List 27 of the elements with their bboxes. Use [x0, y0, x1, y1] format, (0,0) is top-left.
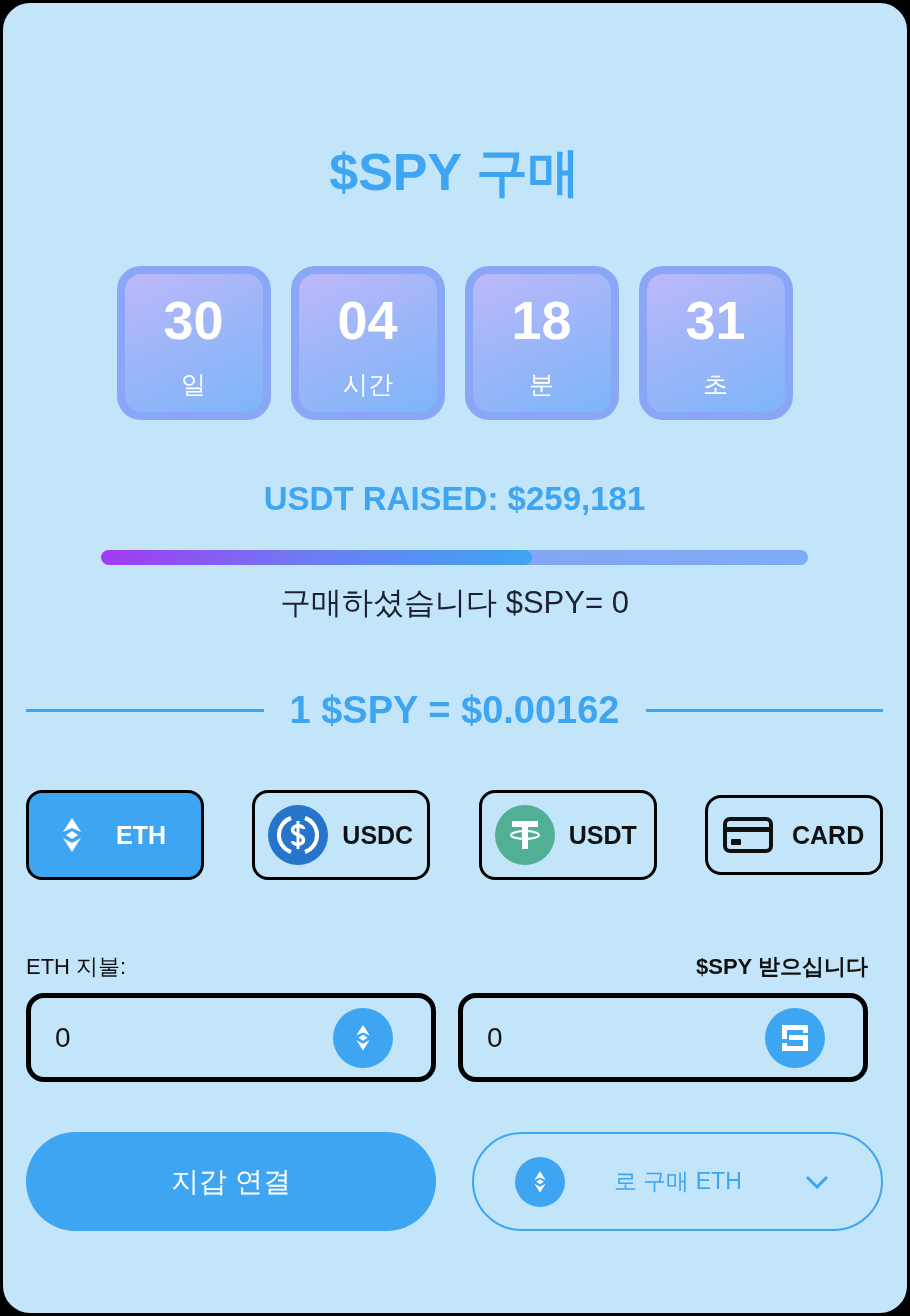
countdown-unit: 시간 [342, 369, 393, 399]
credit-card-icon [723, 817, 773, 853]
countdown-number: 04 [337, 292, 398, 348]
price-text: 1 $SPY = $0.00162 [288, 690, 621, 730]
purchased-amount-text: 구매하셨습니다 $SPY= 0 [279, 586, 630, 620]
page-title: $SPY 구매 [328, 145, 581, 199]
token-icon [765, 1007, 825, 1068]
coin-t-icon [494, 805, 555, 865]
eth-icon [515, 1156, 565, 1207]
field-label: $SPY 받으십니다 [696, 954, 868, 980]
eth-icon [333, 1007, 393, 1068]
chevron-down-icon [805, 1174, 829, 1189]
raised-amount-text: USDT RAISED: $259,181 [262, 481, 647, 517]
eth-icon [60, 818, 84, 852]
payment-option-button[interactable]: CARD [705, 795, 883, 875]
amount-input-field[interactable]: 0 [26, 993, 436, 1082]
field-label: ETH 지불: [26, 954, 127, 980]
countdown-unit: 분 [529, 369, 554, 399]
countdown-unit: 초 [703, 369, 728, 399]
countdown-number: 31 [685, 292, 746, 348]
payment-option-button[interactable]: USDC [252, 790, 431, 880]
coin-dollar-icon [268, 805, 329, 865]
countdown-number: 30 [163, 292, 224, 348]
countdown-number: 18 [511, 292, 572, 348]
countdown-unit: 일 [181, 369, 206, 399]
payment-option-button[interactable]: USDT [478, 790, 657, 880]
amount-input-field[interactable]: 0 [458, 993, 868, 1082]
